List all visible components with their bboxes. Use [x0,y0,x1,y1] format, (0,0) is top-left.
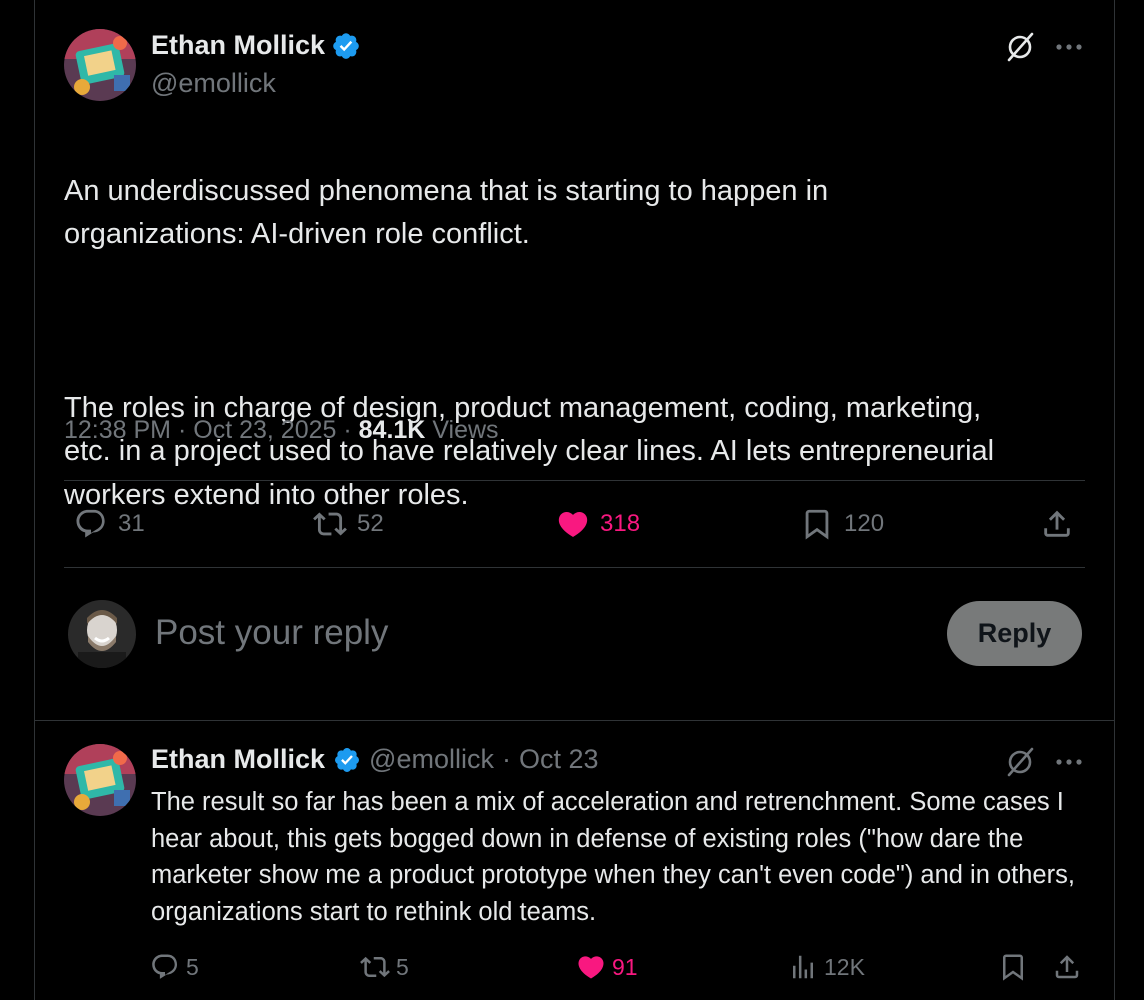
reply-tweet-text: The result so far has been a mix of acce… [151,788,1075,926]
share-icon [1044,510,1070,537]
author-name-text[interactable]: Ethan Mollick [151,30,325,61]
author-name-text[interactable]: Ethan Mollick [151,744,325,775]
repost-button[interactable]: 5 [360,952,409,982]
reply-count: 5 [186,953,199,980]
bookmark-icon [1003,954,1023,981]
reply-count: 31 [118,510,145,537]
repost-count: 52 [357,510,384,537]
tweet-paragraph-1: An underdiscussed phenomena that is star… [64,174,829,251]
more-icon[interactable] [1054,747,1084,777]
reply-icon [152,954,178,979]
more-icon[interactable] [1054,32,1084,62]
verified-badge-icon [335,747,359,772]
bookmark-count: 120 [844,510,885,537]
bookmark-icon [805,509,829,540]
tweet-paragraph-2: The roles in charge of design, product m… [64,391,995,511]
repost-count: 5 [396,953,409,980]
bookmark-button[interactable]: 120 [800,507,884,541]
reply-icon [76,509,105,538]
grok-icon[interactable] [1003,30,1037,64]
like-button[interactable]: 318 [556,507,640,541]
views-label: Views [432,416,499,444]
author-handle[interactable]: @emollick [369,744,494,775]
meta-separator: · [343,416,359,444]
grok-icon[interactable] [1003,745,1037,779]
share-icon [1055,955,1079,979]
like-icon [578,956,604,979]
reply-tweet-header: Ethan Mollick @emollick · Oct 23 [151,744,599,775]
reply-button[interactable]: 31 [74,507,145,541]
like-button[interactable]: 91 [576,952,638,982]
meta-separator: · [177,416,194,444]
views-count: 12K [824,953,865,980]
share-button[interactable] [1040,507,1074,541]
author-avatar[interactable] [64,744,136,816]
share-button[interactable] [1052,952,1082,982]
reply-submit-button[interactable]: Reply [947,601,1082,666]
tweet-meta: 12:38 PM · Oct 23, 2025 · 84.1K Views [64,416,499,445]
tweet-time[interactable]: 12:38 PM [64,416,171,444]
views-button[interactable]: 12K [788,952,865,982]
divider [64,567,1085,568]
repost-icon [313,512,347,536]
repost-icon [360,956,390,978]
verified-badge-icon [333,32,359,59]
reply-button[interactable]: 5 [150,952,199,982]
like-icon [558,511,588,537]
bookmark-button[interactable] [998,952,1028,982]
like-count: 91 [612,953,638,980]
views-count: 84.1K [358,416,426,444]
author-handle[interactable]: @emollick [151,68,276,99]
divider [64,480,1085,481]
like-count: 318 [600,510,641,537]
current-user-avatar[interactable] [68,600,136,668]
views-icon [793,955,813,979]
repost-button[interactable]: 52 [313,507,384,541]
reply-input[interactable]: Post your reply [155,613,388,653]
divider [34,720,1115,721]
tweet-text: An underdiscussed phenomena that is star… [64,126,1094,561]
author-avatar[interactable] [64,29,136,101]
header-separator: · [501,744,511,774]
author-name[interactable]: Ethan Mollick [151,30,361,61]
reply-tweet-date[interactable]: Oct 23 [519,744,599,775]
tweet-date[interactable]: Oct 23, 2025 [193,416,336,444]
